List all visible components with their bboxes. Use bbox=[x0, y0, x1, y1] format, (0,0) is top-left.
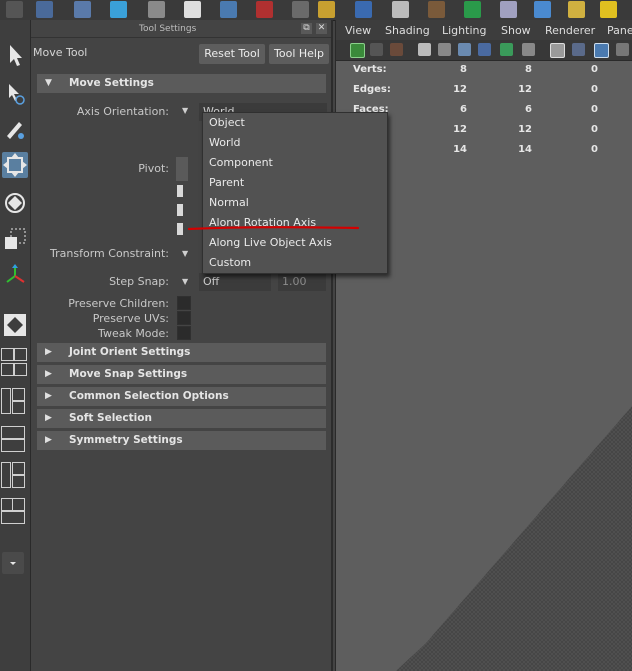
section-move-snap-settings[interactable]: ▶ Move Snap Settings bbox=[37, 365, 326, 384]
tweak-mode-label: Tweak Mode: bbox=[98, 327, 169, 340]
axis-orientation-label: Axis Orientation: bbox=[76, 105, 169, 118]
rotate-tool-icon[interactable] bbox=[2, 190, 28, 216]
shelf-tool-icon[interactable] bbox=[600, 1, 617, 18]
option-world[interactable]: World bbox=[203, 133, 387, 153]
preserve-children-checkbox[interactable] bbox=[177, 296, 191, 310]
title-divider bbox=[31, 37, 331, 38]
tool-name: Move Tool bbox=[33, 46, 88, 59]
layout-grid-icon[interactable] bbox=[1, 363, 14, 376]
layout-single-icon[interactable] bbox=[2, 312, 28, 338]
layout-persp-icon[interactable] bbox=[12, 388, 25, 401]
layout-outliner-icon[interactable] bbox=[1, 388, 11, 414]
shelf-tool-icon[interactable] bbox=[220, 1, 237, 18]
option-component[interactable]: Component bbox=[203, 153, 387, 173]
section-soft-selection[interactable]: ▶ Soft Selection bbox=[37, 409, 326, 428]
step-snap-label: Step Snap: bbox=[109, 275, 169, 288]
chevron-down-icon[interactable]: ▼ bbox=[182, 277, 188, 286]
shelf-tool-icon[interactable] bbox=[110, 1, 127, 18]
expanded-triangle-icon: ▼ bbox=[45, 78, 52, 88]
pivot-option-checkbox[interactable] bbox=[177, 204, 183, 216]
universal-manipulator-icon[interactable] bbox=[2, 262, 28, 288]
layout-node-icon[interactable] bbox=[12, 498, 25, 511]
reset-tool-button[interactable]: Reset Tool bbox=[199, 44, 265, 64]
section-symmetry-settings[interactable]: ▶ Symmetry Settings bbox=[37, 431, 326, 450]
chevron-down-icon[interactable]: ▼ bbox=[182, 106, 188, 115]
shelf-tool-icon[interactable] bbox=[292, 1, 309, 18]
shelf-tool-icon[interactable] bbox=[464, 1, 481, 18]
layout-more-icon[interactable] bbox=[2, 552, 24, 574]
pivot-option-checkbox[interactable] bbox=[177, 185, 183, 197]
shelf-tool-icon[interactable] bbox=[318, 1, 335, 18]
shelf-tool-icon[interactable] bbox=[534, 1, 551, 18]
layout-graph-icon[interactable] bbox=[12, 401, 25, 414]
shelf-tool-icon[interactable] bbox=[148, 1, 165, 18]
gear-icon[interactable] bbox=[6, 1, 23, 18]
preserve-uvs-label: Preserve UVs: bbox=[92, 312, 169, 325]
option-along-live-object-axis[interactable]: Along Live Object Axis bbox=[203, 233, 387, 253]
chevron-down-icon[interactable]: ▼ bbox=[182, 249, 188, 258]
shelf-bar bbox=[0, 0, 632, 21]
layout-curve-icon[interactable] bbox=[1, 511, 25, 524]
collapsed-triangle-icon: ▶ bbox=[45, 347, 52, 357]
option-object[interactable]: Object bbox=[203, 113, 387, 133]
pivot-option-checkbox[interactable] bbox=[177, 223, 183, 235]
pivot-button[interactable] bbox=[176, 157, 188, 181]
axis-orientation-dropdown: Object World Component Parent Normal Alo… bbox=[202, 112, 388, 274]
collapsed-triangle-icon: ▶ bbox=[45, 435, 52, 445]
shelf-tool-icon[interactable] bbox=[500, 1, 517, 18]
scale-tool-icon[interactable] bbox=[2, 226, 28, 252]
preserve-uvs-checkbox[interactable] bbox=[177, 311, 191, 325]
pivot-label: Pivot: bbox=[138, 162, 169, 175]
move-tool-icon[interactable] bbox=[2, 152, 28, 178]
step-snap-amount-field[interactable]: 1.00 bbox=[278, 273, 326, 291]
shelf-tool-icon[interactable] bbox=[568, 1, 585, 18]
layout-grid-icon[interactable] bbox=[14, 363, 27, 376]
transform-constraint-label: Transform Constraint: bbox=[50, 247, 169, 260]
shelf-tool-icon[interactable] bbox=[428, 1, 445, 18]
layout-grid-icon[interactable] bbox=[1, 348, 14, 361]
layout-list-icon[interactable] bbox=[1, 462, 11, 488]
float-panel-icon[interactable]: ⧉ bbox=[301, 23, 312, 34]
tweak-mode-checkbox[interactable] bbox=[177, 326, 191, 340]
shelf-tool-icon[interactable] bbox=[392, 1, 409, 18]
layout-top-icon[interactable] bbox=[1, 426, 25, 439]
option-custom[interactable]: Custom bbox=[203, 253, 387, 273]
layout-graph-icon[interactable] bbox=[12, 475, 25, 488]
close-icon[interactable]: ✕ bbox=[316, 23, 327, 34]
collapsed-triangle-icon: ▶ bbox=[45, 369, 52, 379]
collapsed-triangle-icon: ▶ bbox=[45, 391, 52, 401]
shelf-tool-icon[interactable] bbox=[355, 1, 372, 18]
preserve-children-label: Preserve Children: bbox=[68, 297, 169, 310]
lasso-tool-icon[interactable] bbox=[2, 80, 28, 106]
red-underline-annotation bbox=[188, 226, 360, 231]
paint-select-tool-icon[interactable] bbox=[2, 116, 28, 142]
section-move-settings[interactable]: ▼ Move Settings bbox=[37, 74, 326, 93]
toolbox bbox=[0, 20, 31, 671]
layout-curve-icon[interactable] bbox=[1, 439, 25, 452]
section-common-selection-options[interactable]: ▶ Common Selection Options bbox=[37, 387, 326, 406]
option-parent[interactable]: Parent bbox=[203, 173, 387, 193]
select-tool-icon[interactable] bbox=[2, 42, 28, 68]
layout-persp-icon[interactable] bbox=[12, 462, 25, 475]
shelf-tool-icon[interactable] bbox=[36, 1, 53, 18]
collapsed-triangle-icon: ▶ bbox=[45, 413, 52, 423]
option-normal[interactable]: Normal bbox=[203, 193, 387, 213]
section-joint-orient-settings[interactable]: ▶ Joint Orient Settings bbox=[37, 343, 326, 362]
step-snap-select[interactable]: Off bbox=[199, 273, 271, 291]
shelf-tool-icon[interactable] bbox=[74, 1, 91, 18]
layout-grid-icon[interactable] bbox=[14, 348, 27, 361]
tool-help-button[interactable]: Tool Help bbox=[269, 44, 329, 64]
shelf-tool-icon[interactable] bbox=[256, 1, 273, 18]
shelf-tool-icon[interactable] bbox=[184, 1, 201, 18]
panel-title: Tool Settings bbox=[139, 24, 197, 34]
